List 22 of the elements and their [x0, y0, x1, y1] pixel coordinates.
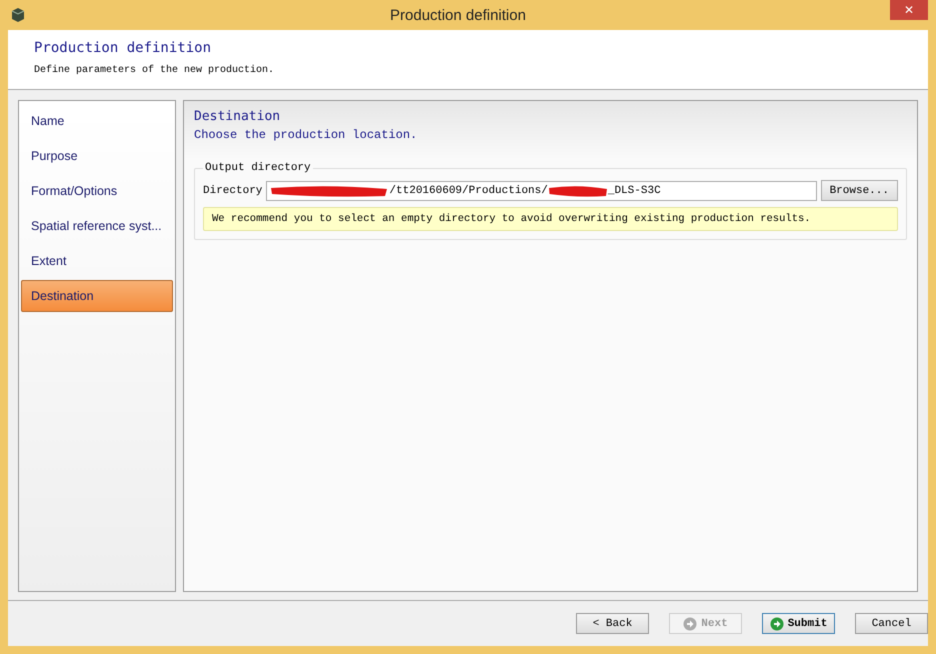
app-icon [10, 7, 26, 23]
hint-message: We recommend you to select an empty directory to avoid overwriting existing production results. [203, 207, 898, 231]
close-button[interactable]: ✕ [890, 0, 928, 20]
directory-label: Directory [203, 184, 262, 196]
group-title: Output directory [203, 162, 313, 174]
step-item[interactable]: Format/Options [21, 175, 173, 207]
header-subtitle: Define parameters of the new production. [34, 65, 276, 76]
step-item[interactable]: Name [21, 105, 173, 137]
step-item[interactable]: Spatial reference syst... [21, 210, 173, 242]
step-item[interactable]: Extent [21, 245, 173, 277]
page-title: Destination [194, 109, 282, 124]
step-item[interactable]: Purpose [21, 140, 173, 172]
window-title: Production definition [389, 6, 527, 24]
header-title: Production definition [34, 40, 212, 56]
directory-field[interactable]: /tt20160609/Productions/ _DLS-S3C [266, 180, 817, 200]
step-item[interactable]: Destination [21, 280, 173, 312]
browse-button[interactable]: Browse... [820, 180, 898, 201]
page-subtitle: Choose the production location. [194, 128, 418, 142]
wizard-button[interactable]: Cancel [855, 613, 928, 634]
wizard-button[interactable]: Submit [762, 613, 835, 634]
redaction-mark [548, 184, 608, 198]
wizard-button[interactable]: < Back [576, 613, 649, 634]
